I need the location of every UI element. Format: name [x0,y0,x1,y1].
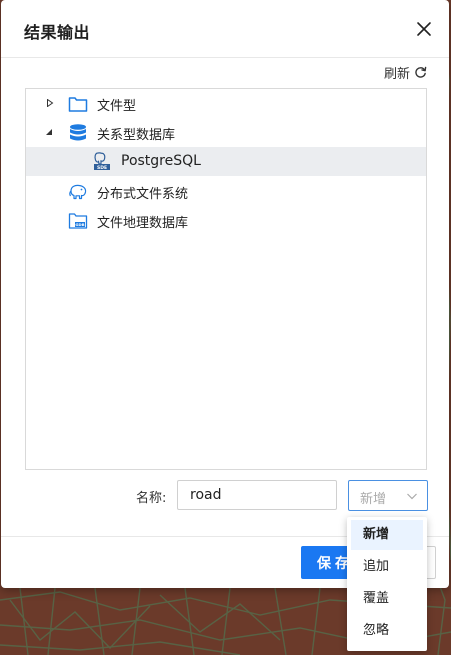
refresh-label: 刷新 [383,67,410,82]
tree-item-label: 关系型数据库 [97,128,176,143]
name-label: 名称: [136,491,167,506]
refresh-button[interactable]: 刷新 [384,63,427,82]
mode-option-new[interactable]: 新增 [351,520,423,550]
dialog-title: 结果输出 [24,23,91,42]
dialog-header: 结果输出 [1,0,449,58]
refresh-icon [415,66,427,78]
tree-item-label: 文件型 [97,99,137,114]
svg-text:GDB: GDB [75,222,84,227]
output-mode-dropdown: 新增 追加 覆盖 忽略 [347,517,427,651]
mode-option-ignore[interactable]: 忽略 [351,616,423,646]
output-mode-value: 新增 [360,492,387,507]
name-input[interactable] [177,480,337,510]
hdfs-elephant-icon [69,184,87,200]
svg-text:SDE: SDE [97,165,107,171]
mode-option-overwrite[interactable]: 覆盖 [351,584,423,614]
tree-item-relational-db[interactable]: 关系型数据库 [26,118,426,147]
database-icon [70,124,86,141]
chevron-down-icon [407,493,417,500]
mode-option-append[interactable]: 追加 [351,552,423,582]
tree-item-label: PostgreSQL [121,153,201,169]
caret-down-icon[interactable] [45,128,53,136]
output-mode-select[interactable]: 新增 [348,480,428,511]
close-icon [417,22,431,36]
gdb-folder-icon: GDB [68,213,88,229]
postgresql-sde-icon: SDE [94,152,110,171]
tree-item-file[interactable]: 文件型 [26,89,426,118]
tree-item-label: 分布式文件系统 [97,187,189,202]
result-output-dialog: 结果输出 刷新 文件型 关系型数据库 SDE PostgreSQL 分布式文件系… [1,0,449,588]
close-button[interactable] [415,20,433,38]
caret-right-icon[interactable] [46,99,54,107]
tree-item-label: 文件地理数据库 [97,216,189,231]
tree-item-distributed-fs[interactable]: 分布式文件系统 [26,177,426,206]
tree-item-postgresql[interactable]: SDE PostgreSQL [26,147,426,176]
data-source-tree: 文件型 关系型数据库 SDE PostgreSQL 分布式文件系统 GDB 文件… [25,88,427,470]
tree-item-file-gdb[interactable]: GDB 文件地理数据库 [26,206,426,235]
folder-icon [68,97,88,112]
